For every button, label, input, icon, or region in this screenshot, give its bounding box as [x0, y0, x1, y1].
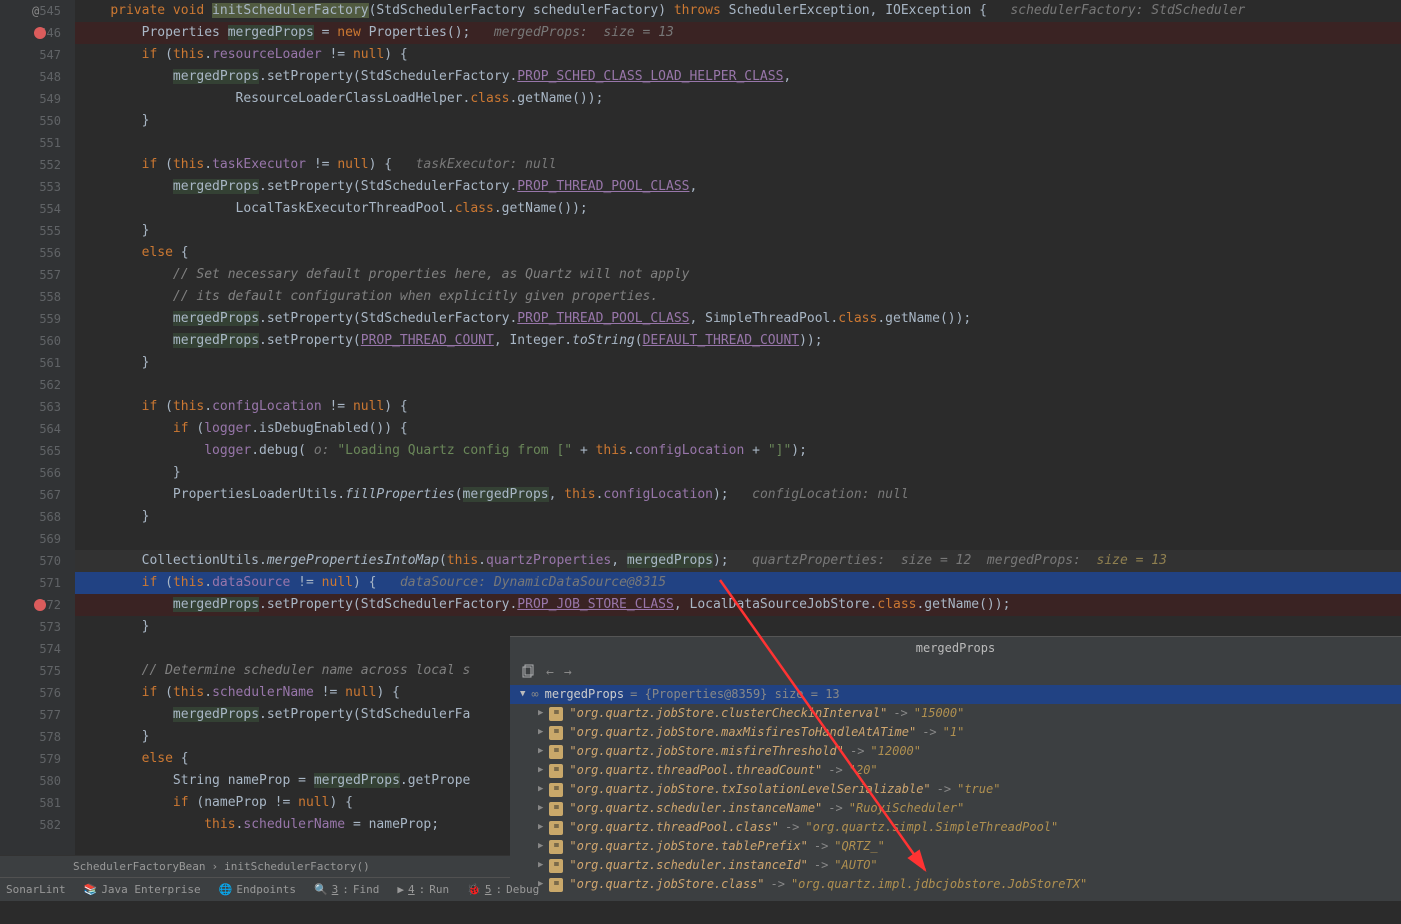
gutter-line[interactable]: 546: [0, 22, 75, 44]
code-line[interactable]: Properties mergedProps = new Properties(…: [75, 22, 1401, 44]
gutter-line[interactable]: 545: [0, 0, 75, 22]
code-line[interactable]: CollectionUtils.mergePropertiesIntoMap(t…: [75, 550, 1401, 572]
gutter-line[interactable]: 574: [0, 638, 75, 660]
gutter-line[interactable]: 556: [0, 242, 75, 264]
debug-tree-entry[interactable]: ▶ = "org.quartz.threadPool.threadCount" …: [510, 761, 1401, 780]
status-sonarlint[interactable]: SonarLint: [6, 883, 66, 896]
code-line[interactable]: }: [75, 352, 1401, 374]
breadcrumb-method[interactable]: initSchedulerFactory(): [221, 860, 373, 873]
gutter-line[interactable]: 551: [0, 132, 75, 154]
gutter-line[interactable]: 555: [0, 220, 75, 242]
gutter-line[interactable]: 578: [0, 726, 75, 748]
gutter-line[interactable]: 566: [0, 462, 75, 484]
debug-tree-entry[interactable]: ▶ = "org.quartz.scheduler.instanceId" ->…: [510, 856, 1401, 875]
forward-icon[interactable]: →: [564, 665, 572, 680]
gutter-line[interactable]: 561: [0, 352, 75, 374]
debug-tree-entry[interactable]: ▶ = "org.quartz.jobStore.tablePrefix" ->…: [510, 837, 1401, 856]
gutter-line[interactable]: 568: [0, 506, 75, 528]
gutter-line[interactable]: 572: [0, 594, 75, 616]
gutter-line[interactable]: 553: [0, 176, 75, 198]
gutter-line[interactable]: 580: [0, 770, 75, 792]
gutter-line[interactable]: 554: [0, 198, 75, 220]
debug-tree-root[interactable]: ▼ ∞ mergedProps = {Properties@8359} size…: [510, 685, 1401, 704]
copy-icon[interactable]: [520, 664, 536, 680]
gutter-line[interactable]: 549: [0, 88, 75, 110]
code-line[interactable]: [75, 528, 1401, 550]
code-line[interactable]: }: [75, 616, 1401, 638]
gutter-line[interactable]: 552: [0, 154, 75, 176]
back-icon[interactable]: ←: [546, 665, 554, 680]
gutter-line[interactable]: 573: [0, 616, 75, 638]
gutter-line[interactable]: 577: [0, 704, 75, 726]
code-line[interactable]: // Set necessary default properties here…: [75, 264, 1401, 286]
code-line[interactable]: [75, 374, 1401, 396]
debug-tree-entry[interactable]: ▶ = "org.quartz.jobStore.misfireThreshol…: [510, 742, 1401, 761]
code-line[interactable]: LocalTaskExecutorThreadPool.class.getNam…: [75, 198, 1401, 220]
gutter-line[interactable]: 569: [0, 528, 75, 550]
code-line[interactable]: else {: [75, 242, 1401, 264]
debug-tree-entry[interactable]: ▶ = "org.quartz.jobStore.clusterCheckinI…: [510, 704, 1401, 723]
debug-panel-title: mergedProps: [510, 637, 1401, 659]
gutter-line[interactable]: 565: [0, 440, 75, 462]
code-line[interactable]: ResourceLoaderClassLoadHelper.class.getN…: [75, 88, 1401, 110]
breakpoint-icon[interactable]: [34, 27, 46, 39]
code-line[interactable]: mergedProps.setProperty(StdSchedulerFact…: [75, 308, 1401, 330]
status-java-enterprise[interactable]: 📚 Java Enterprise: [84, 883, 201, 896]
code-line[interactable]: mergedProps.setProperty(StdSchedulerFact…: [75, 594, 1401, 616]
gutter-line[interactable]: 571: [0, 572, 75, 594]
code-line[interactable]: mergedProps.setProperty(StdSchedulerFact…: [75, 176, 1401, 198]
code-line[interactable]: PropertiesLoaderUtils.fillProperties(mer…: [75, 484, 1401, 506]
debug-tree-entry[interactable]: ▶ = "org.quartz.threadPool.class" -> "or…: [510, 818, 1401, 837]
code-line[interactable]: if (this.dataSource != null) { dataSourc…: [75, 572, 1401, 594]
debug-panel: mergedProps ← → ▼ ∞ mergedProps = {Prope…: [510, 636, 1401, 878]
gutter-line[interactable]: 564: [0, 418, 75, 440]
gutter-line[interactable]: 550: [0, 110, 75, 132]
gutter-line[interactable]: 567: [0, 484, 75, 506]
gutter-line[interactable]: 547: [0, 44, 75, 66]
code-line[interactable]: }: [75, 220, 1401, 242]
code-line[interactable]: if (this.configLocation != null) {: [75, 396, 1401, 418]
debug-tree-entry[interactable]: ▶ = "org.quartz.jobStore.class" -> "org.…: [510, 875, 1401, 894]
gutter-line[interactable]: 558: [0, 286, 75, 308]
debug-tree-entry[interactable]: ▶ = "org.quartz.jobStore.maxMisfiresToHa…: [510, 723, 1401, 742]
code-line[interactable]: }: [75, 462, 1401, 484]
gutter-line[interactable]: 563: [0, 396, 75, 418]
debug-toolbar: ← →: [510, 659, 1401, 685]
code-line[interactable]: [75, 132, 1401, 154]
breadcrumb-class[interactable]: SchedulerFactoryBean: [70, 860, 208, 873]
gutter-line[interactable]: 582: [0, 814, 75, 836]
status-endpoints[interactable]: 🌐 Endpoints: [219, 883, 296, 896]
gutter-line[interactable]: 559: [0, 308, 75, 330]
gutter-line[interactable]: 575: [0, 660, 75, 682]
status-find[interactable]: 🔍 3: Find: [314, 883, 379, 896]
code-line[interactable]: // its default configuration when explic…: [75, 286, 1401, 308]
debug-tree-entry[interactable]: ▶ = "org.quartz.scheduler.instanceName" …: [510, 799, 1401, 818]
breadcrumb-sep: ›: [208, 860, 221, 873]
gutter-line[interactable]: 579: [0, 748, 75, 770]
gutter-line[interactable]: 557: [0, 264, 75, 286]
breakpoint-icon[interactable]: [34, 599, 46, 611]
code-line[interactable]: logger.debug( o: "Loading Quartz config …: [75, 440, 1401, 462]
code-line[interactable]: if (logger.isDebugEnabled()) {: [75, 418, 1401, 440]
code-line[interactable]: }: [75, 110, 1401, 132]
gutter-line[interactable]: 570: [0, 550, 75, 572]
code-line[interactable]: private void initSchedulerFactory(StdSch…: [75, 0, 1401, 22]
gutter[interactable]: 5455465475485495505515525535545555565575…: [0, 0, 75, 855]
debug-tree-entry[interactable]: ▶ = "org.quartz.jobStore.txIsolationLeve…: [510, 780, 1401, 799]
gutter-line[interactable]: 562: [0, 374, 75, 396]
code-line[interactable]: if (this.resourceLoader != null) {: [75, 44, 1401, 66]
code-line[interactable]: mergedProps.setProperty(StdSchedulerFact…: [75, 66, 1401, 88]
code-line[interactable]: mergedProps.setProperty(PROP_THREAD_COUN…: [75, 330, 1401, 352]
gutter-line[interactable]: 548: [0, 66, 75, 88]
code-line[interactable]: if (this.taskExecutor != null) { taskExe…: [75, 154, 1401, 176]
debug-tree[interactable]: ▼ ∞ mergedProps = {Properties@8359} size…: [510, 685, 1401, 894]
status-run[interactable]: ▶ 4: Run: [397, 883, 449, 896]
gutter-line[interactable]: 560: [0, 330, 75, 352]
gutter-line[interactable]: 576: [0, 682, 75, 704]
gutter-line[interactable]: 581: [0, 792, 75, 814]
code-line[interactable]: }: [75, 506, 1401, 528]
